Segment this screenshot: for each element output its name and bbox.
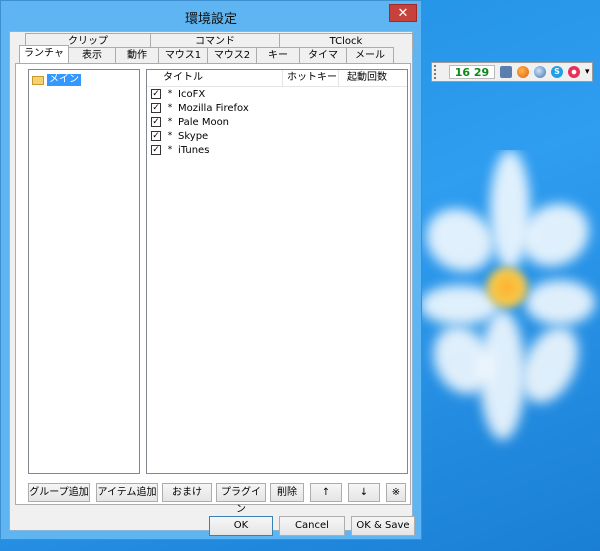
extras-button[interactable]: おまけ [162,483,212,502]
list-header: タイトル ホットキー 起動回数 [147,70,407,87]
item-checkbox[interactable]: ✓ [151,117,161,127]
item-marker: * [167,131,173,141]
cancel-button[interactable]: Cancel [279,516,345,536]
tree-item-label: メイン [47,74,81,86]
item-title: Mozilla Firefox [178,102,249,114]
add-item-button[interactable]: アイテム追加 [96,483,158,502]
tab-key[interactable]: キー [256,47,300,63]
move-down-button[interactable]: ↓ [348,483,380,502]
tab-display[interactable]: 表示 [68,47,116,63]
list-item[interactable]: ✓ * Mozilla Firefox [147,101,407,115]
firefox-icon[interactable] [517,66,529,78]
dropdown-arrow-icon[interactable]: ▾ [585,67,590,77]
list-item[interactable]: ✓ * IcoFX [147,87,407,101]
ok-save-button[interactable]: OK & Save [351,516,415,536]
column-hotkey[interactable]: ホットキー [283,70,339,86]
tab-mouse1[interactable]: マウス1 [158,47,208,63]
move-up-button[interactable]: ↑ [310,483,342,502]
item-checkbox[interactable]: ✓ [151,103,161,113]
item-title: Pale Moon [178,116,230,128]
itunes-icon[interactable] [568,66,580,78]
skype-icon[interactable]: S [551,66,563,78]
desktop-flower [420,150,600,480]
monitor-icon[interactable] [500,66,512,78]
tab-mail[interactable]: メール [346,47,394,63]
item-marker: * [167,103,173,113]
item-marker: * [167,145,173,155]
tclock-tray: 16 29 S ▾ [431,62,593,82]
close-button[interactable]: ✕ [389,4,417,22]
delete-button[interactable]: 削除 [270,483,304,502]
item-marker: * [167,89,173,99]
item-checkbox[interactable]: ✓ [151,89,161,99]
add-group-button[interactable]: グループ追加 [28,483,90,502]
tab-behavior[interactable]: 動作 [115,47,159,63]
item-title: Skype [178,130,209,142]
tray-clock[interactable]: 16 29 [449,65,495,79]
ok-button[interactable]: OK [209,516,273,536]
list-item[interactable]: ✓ * Skype [147,129,407,143]
group-tree[interactable]: メイン [28,69,140,474]
plugin-button[interactable]: プラグイン [216,483,266,515]
column-launch-count[interactable]: 起動回数 [339,70,407,86]
note-button[interactable]: ※ [386,483,406,502]
tab-row-2: ランチャ 表示 動作 マウス1 マウス2 キー タイマ メール [19,45,394,63]
item-checkbox[interactable]: ✓ [151,131,161,141]
window-title: 環境設定 [184,12,237,27]
item-list[interactable]: タイトル ホットキー 起動回数 ✓ * IcoFX ✓ * Mozilla Fi… [146,69,408,474]
tab-mouse2[interactable]: マウス2 [207,47,257,63]
item-title: IcoFX [178,88,206,100]
launcher-panel: メイン タイトル ホットキー 起動回数 ✓ * IcoFX ✓ * Mozill… [15,63,411,515]
item-title: iTunes [178,144,210,156]
item-checkbox[interactable]: ✓ [151,145,161,155]
item-marker: * [167,117,173,127]
list-item[interactable]: ✓ * Pale Moon [147,115,407,129]
title-bar[interactable]: 環境設定 ✕ [1,1,421,31]
folder-icon [32,75,44,85]
settings-window: 環境設定 ✕ クリップ コマンド TClock ランチャ 表示 動作 マウス1 … [0,0,422,540]
list-item[interactable]: ✓ * iTunes [147,143,407,157]
tray-grip-handle[interactable] [434,65,441,79]
palemoon-icon[interactable] [534,66,546,78]
tab-launcher[interactable]: ランチャ [19,45,69,63]
tree-item-main[interactable]: メイン [32,74,81,86]
tab-timer[interactable]: タイマ [299,47,347,63]
column-title[interactable]: タイトル [147,70,283,86]
